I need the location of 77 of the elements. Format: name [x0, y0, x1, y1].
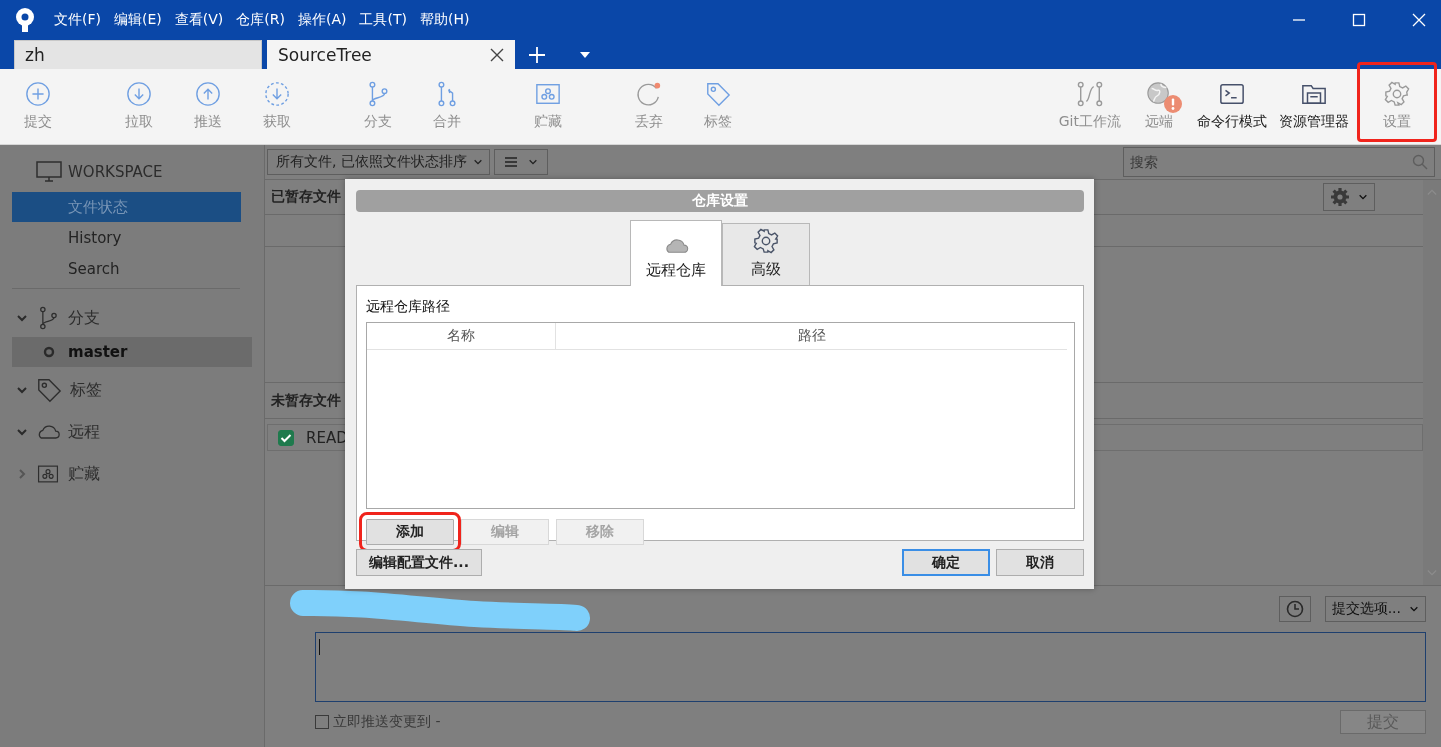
- dashed-download-icon: [263, 81, 290, 107]
- terminal-icon: [1219, 81, 1245, 107]
- refresh-icon: [635, 81, 662, 107]
- repo-tab[interactable]: zh: [14, 40, 262, 69]
- menu-item[interactable]: 操作(A): [297, 11, 347, 29]
- chevron-down-icon[interactable]: [16, 312, 28, 324]
- dialog-button[interactable]: 确定: [902, 549, 990, 576]
- plus-circle-icon: [24, 81, 51, 107]
- settings-icon: [753, 228, 779, 254]
- dialog-title: 仓库设置: [356, 190, 1084, 212]
- chevron-down-icon: [1409, 604, 1419, 614]
- file-filter-dropdown[interactable]: 所有文件, 已依照文件状态排序: [267, 149, 490, 175]
- group-label[interactable]: 标签: [70, 379, 102, 401]
- sidebar-item[interactable]: 文件状态: [12, 192, 241, 222]
- section-title: WORKSPACE: [68, 163, 163, 181]
- branch-name: master: [68, 343, 128, 361]
- search-field[interactable]: 搜索: [1123, 147, 1435, 177]
- dropdown-value: 所有文件, 已依照文件状态排序: [276, 153, 467, 171]
- branch-item[interactable]: master: [12, 337, 252, 367]
- plus-icon[interactable]: [528, 46, 546, 64]
- section-label: 远程仓库路径: [366, 298, 451, 316]
- chevron-down-icon[interactable]: [16, 384, 28, 396]
- column-header[interactable]: 路径: [556, 323, 1067, 349]
- section-title: 未暂存文件: [271, 391, 341, 410]
- download-icon: [125, 81, 152, 107]
- group-label[interactable]: 贮藏: [68, 463, 100, 485]
- tag-icon: [704, 81, 731, 107]
- menu-item[interactable]: 文件(F): [54, 11, 101, 29]
- monitor-icon: [36, 161, 62, 183]
- view-menu-button[interactable]: [493, 149, 548, 175]
- dialog-tab[interactable]: 远程仓库: [630, 220, 722, 286]
- settings-icon: [1330, 187, 1350, 207]
- section-title: 已暂存文件: [271, 188, 341, 206]
- toolbar-button[interactable]: 命令行模式: [1193, 69, 1271, 144]
- tab-label: SourceTree: [278, 45, 373, 65]
- push-checkbox[interactable]: 立即推送变更到 -: [315, 713, 441, 731]
- upload-icon: [194, 81, 221, 107]
- globe-icon: [1146, 81, 1172, 107]
- search-icon: [1412, 154, 1428, 170]
- sidebar-item[interactable]: Search: [12, 254, 241, 284]
- menu-item[interactable]: 工具(T): [359, 11, 407, 29]
- dialog-button[interactable]: 取消: [996, 549, 1084, 576]
- edit-config-button[interactable]: 编辑配置文件...: [356, 549, 482, 576]
- logo-icon: [14, 7, 36, 33]
- menu-icon: [503, 157, 518, 167]
- group-label[interactable]: 分支: [68, 307, 100, 329]
- column-header[interactable]: 名称: [367, 323, 556, 349]
- maximize-icon[interactable]: [1352, 13, 1366, 27]
- stash-icon: [36, 463, 60, 485]
- chevron-down-icon: [527, 157, 538, 167]
- sidebar-item[interactable]: History: [12, 223, 241, 253]
- commit-options-dropdown[interactable]: 提交选项...: [1324, 596, 1426, 622]
- menu-item[interactable]: 编辑(E): [114, 11, 162, 29]
- tag-icon: [36, 377, 62, 403]
- commit-message-field[interactable]: [315, 632, 1426, 702]
- group-label[interactable]: 远程: [68, 421, 100, 443]
- toolbar-button[interactable]: 资源管理器: [1275, 69, 1353, 144]
- menu-item[interactable]: 仓库(R): [236, 11, 285, 29]
- ring-icon: [43, 346, 55, 358]
- stash-icon: [534, 81, 561, 107]
- git-flow-icon: [1076, 81, 1103, 107]
- history-button[interactable]: [1278, 596, 1311, 622]
- tab-label: zh: [25, 45, 46, 65]
- menu-item[interactable]: 帮助(H): [419, 11, 470, 29]
- repo-tab[interactable]: SourceTree: [267, 40, 515, 69]
- settings-icon: [1384, 81, 1410, 107]
- chevron-down-icon[interactable]: [16, 426, 28, 438]
- chevron-down-icon: [1358, 192, 1368, 202]
- close-icon[interactable]: [490, 48, 504, 62]
- options-button[interactable]: [1323, 183, 1375, 211]
- clock-icon: [1285, 600, 1304, 618]
- menu-item[interactable]: 查看(V): [174, 11, 224, 29]
- cloud-icon: [663, 237, 689, 255]
- chevron-down-icon: [472, 157, 483, 167]
- dialog-tab[interactable]: 高级: [722, 223, 810, 285]
- checkbox[interactable]: [278, 429, 294, 446]
- caret-icon[interactable]: [579, 51, 591, 59]
